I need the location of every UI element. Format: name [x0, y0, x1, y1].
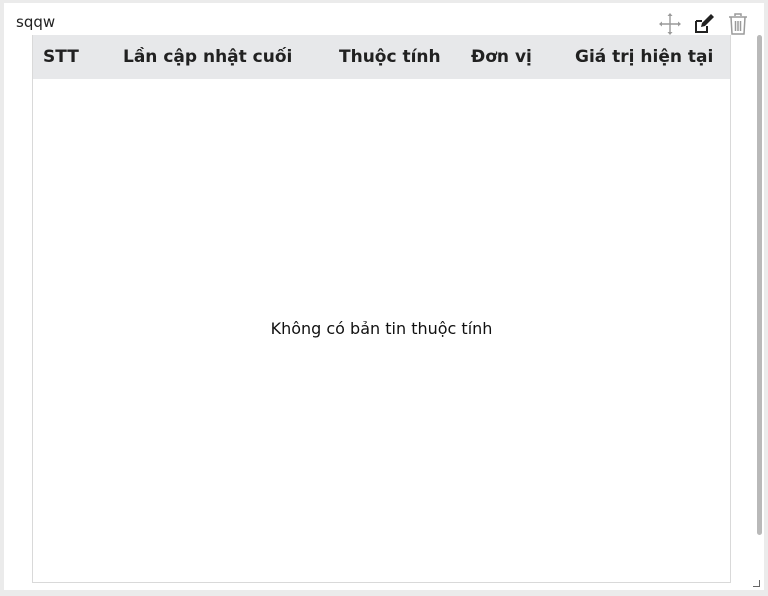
column-header-last-updated[interactable]: Lần cập nhật cuối	[123, 47, 292, 67]
column-header-stt[interactable]: STT	[43, 47, 79, 67]
move-icon[interactable]	[658, 12, 682, 36]
column-header-current-value[interactable]: Giá trị hiện tại	[575, 47, 713, 67]
column-header-unit[interactable]: Đơn vị	[471, 47, 532, 67]
trash-icon[interactable]	[726, 12, 750, 36]
vertical-scrollbar[interactable]	[757, 35, 762, 535]
widget-card: sqqw STT Lần cập nhật cuối Thuộc tính Đơ…	[4, 3, 764, 590]
widget-toolbar	[658, 12, 750, 36]
widget-title: sqqw	[16, 13, 56, 31]
resize-handle[interactable]	[753, 580, 760, 587]
table-header-row: STT Lần cập nhật cuối Thuộc tính Đơn vị …	[33, 35, 730, 79]
attribute-table: STT Lần cập nhật cuối Thuộc tính Đơn vị …	[32, 35, 731, 583]
edit-icon[interactable]	[692, 12, 716, 36]
column-header-attribute[interactable]: Thuộc tính	[339, 47, 441, 67]
empty-state-message: Không có bản tin thuộc tính	[270, 319, 493, 338]
